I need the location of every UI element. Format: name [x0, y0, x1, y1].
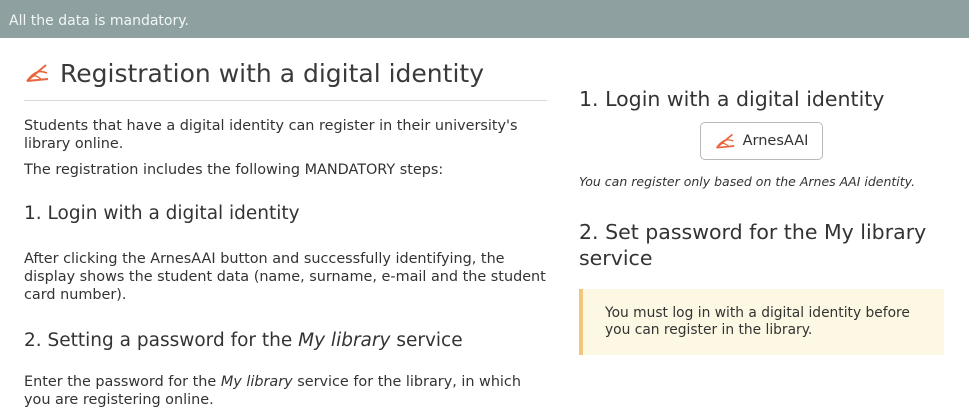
login-button-wrap: ArnesAAI — [579, 122, 944, 160]
arnes-aai-login-button[interactable]: ArnesAAI — [699, 122, 824, 160]
arnes-aai-logo-icon — [24, 61, 50, 85]
login-required-alert: You must log in with a digital identity … — [579, 289, 944, 355]
step2-body-prefix: Enter the password for the — [24, 374, 221, 390]
steps-intro-text: The registration includes the following … — [24, 162, 444, 178]
page-title: Registration with a digital identity — [24, 56, 549, 90]
title-divider — [24, 100, 547, 101]
step1-heading: 1. Login with a digital identity — [24, 203, 300, 224]
registration-actions-column: 1. Login with a digital identity ArnesAA… — [579, 86, 944, 355]
step1-body: After clicking the ArnesAAI button and s… — [24, 251, 546, 303]
step2-heading-suffix: service — [390, 330, 463, 351]
arnes-aai-button-label: ArnesAAI — [742, 133, 809, 149]
password-heading: 2. Set password for the My library servi… — [579, 220, 927, 270]
arnes-aai-logo-icon — [713, 131, 737, 151]
banner-text: All the data is mandatory. — [9, 13, 189, 29]
step2-heading: 2. Setting a password for the My library… — [24, 330, 549, 351]
page-title-text: Registration with a digital identity — [60, 58, 484, 88]
registration-info-column: Registration with a digital identity Stu… — [24, 56, 549, 409]
identity-note: You can register only based on the Arnes… — [579, 174, 916, 189]
step2-body: Enter the password for the My library se… — [24, 373, 549, 409]
mandatory-banner: All the data is mandatory. — [0, 0, 969, 38]
step2-body-emphasis: My library — [220, 374, 293, 390]
step2-heading-emphasis: My library — [298, 330, 391, 351]
step2-heading-prefix: 2. Setting a password for the — [24, 330, 299, 351]
intro-text: Students that have a digital identity ca… — [24, 118, 518, 152]
login-heading: 1. Login with a digital identity — [579, 87, 885, 111]
